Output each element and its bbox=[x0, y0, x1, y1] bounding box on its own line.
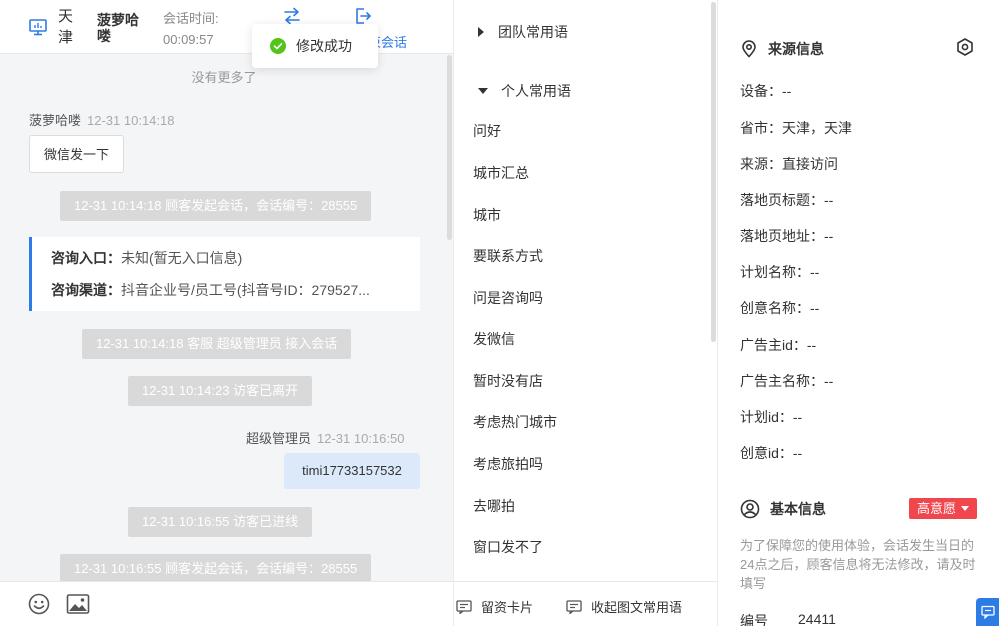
info-field-device: 设备：-- bbox=[740, 83, 792, 99]
chat-toolbar bbox=[0, 581, 453, 626]
system-message: 12-31 10:14:18 顾客发起会话，会话编号：28555 bbox=[60, 191, 372, 221]
info-field-landing-url: 落地页地址：-- bbox=[740, 228, 834, 244]
user-circle-icon bbox=[740, 499, 760, 519]
intent-level-label: 高意愿 bbox=[917, 501, 957, 516]
visitor-city: 天津 bbox=[58, 8, 74, 46]
system-message: 12-31 10:14:23 访客已离开 bbox=[128, 376, 313, 406]
message-time: 12-31 10:16:50 bbox=[317, 431, 405, 446]
info-field-creative-id: 创意id：-- bbox=[740, 445, 803, 461]
card-icon bbox=[566, 599, 582, 614]
agent-message-bubble: timi17733157532 bbox=[284, 453, 420, 489]
visitor-name: 菠萝哈喽 bbox=[97, 12, 139, 44]
phrase-item[interactable]: 暂时没有店 bbox=[473, 371, 543, 391]
caret-down-icon bbox=[478, 88, 488, 94]
collapse-phrases-button[interactable]: 收起图文常用语 bbox=[566, 597, 682, 616]
location-icon bbox=[742, 40, 756, 58]
check-circle-icon bbox=[270, 38, 286, 54]
exit-icon[interactable] bbox=[353, 6, 373, 26]
consult-entry-row: 咨询入口：未知(暂无入口信息) bbox=[51, 250, 243, 266]
team-phrases-group[interactable]: 团队常用语 bbox=[478, 22, 568, 42]
message-icon bbox=[456, 599, 472, 614]
system-message: 12-31 10:16:55 顾客发起会话，会话编号：28555 bbox=[60, 554, 372, 584]
agent-message-meta: 超级管理员 12-31 10:16:50 bbox=[246, 428, 404, 447]
phrase-item[interactable]: 要联系方式 bbox=[473, 246, 543, 266]
info-field-landing-title: 落地页标题：-- bbox=[740, 192, 834, 208]
phrase-item[interactable]: 城市 bbox=[473, 205, 501, 225]
lead-card-button[interactable]: 留资卡片 bbox=[456, 597, 533, 616]
visitor-message-bubble: 微信发一下 bbox=[29, 135, 125, 173]
group-label: 个人常用语 bbox=[501, 83, 571, 99]
phrase-item[interactable]: 去哪拍 bbox=[473, 496, 515, 516]
session-time-label: 会话时间: bbox=[163, 11, 219, 26]
phrase-item[interactable]: 城市汇总 bbox=[473, 163, 529, 183]
info-field-source: 来源：直接访问 bbox=[740, 156, 838, 172]
edit-notice: 为了保障您的使用体验，会话发生当日的24点之后，顾客信息将无法修改，请及时填写 bbox=[740, 538, 976, 591]
collapse-phrases-label: 收起图文常用语 bbox=[591, 600, 683, 615]
chat-panel: 天津 菠萝哈喽 会话时间: 00:09:57 束会话 修改成功 没有更多了 菠萝… bbox=[0, 0, 453, 626]
system-message: 12-31 10:14:18 客服 超级管理员 接入会话 bbox=[82, 329, 352, 359]
visitor-info-panel: 来源信息 设备：-- 省市：天津，天津 来源：直接访问 落地页标题：-- 落地页… bbox=[718, 0, 999, 626]
consult-info-card: 咨询入口：未知(暂无入口信息) 咨询渠道：抖音企业号/员工号(抖音号ID：279… bbox=[29, 237, 420, 311]
info-field-creative-name: 创意名称：-- bbox=[740, 300, 820, 316]
intent-level-dropdown[interactable]: 高意愿 bbox=[909, 498, 978, 519]
phrase-item[interactable]: 考虑旅拍吗 bbox=[473, 454, 543, 474]
info-field-region: 省市：天津，天津 bbox=[740, 120, 852, 136]
info-field-plan-name: 计划名称：-- bbox=[740, 264, 820, 280]
toast-text: 修改成功 bbox=[296, 38, 352, 54]
message-time: 12-31 10:14:18 bbox=[87, 113, 175, 128]
section-label: 来源信息 bbox=[768, 41, 824, 57]
message-icon bbox=[980, 605, 995, 619]
no-more-label: 没有更多了 bbox=[191, 70, 257, 85]
settings-icon[interactable] bbox=[955, 37, 975, 57]
transfer-icon[interactable] bbox=[282, 6, 302, 26]
id-value: 24411 bbox=[798, 611, 836, 626]
phrases-panel: 团队常用语 个人常用语 问好 城市汇总 城市 要联系方式 问是咨询吗 发微信 暂… bbox=[453, 0, 718, 626]
success-toast: 修改成功 bbox=[252, 24, 378, 68]
phrase-item[interactable]: 考虑热门城市 bbox=[473, 412, 557, 432]
phrase-item[interactable]: 问是咨询吗 bbox=[473, 288, 543, 308]
sender-name: 菠萝哈喽 bbox=[29, 113, 82, 128]
image-icon[interactable] bbox=[66, 593, 90, 615]
sender-name: 超级管理员 bbox=[246, 431, 312, 446]
info-field-plan-id: 计划id：-- bbox=[740, 409, 803, 425]
chat-float-button[interactable] bbox=[976, 598, 999, 626]
phrase-item[interactable]: 问好 bbox=[473, 121, 501, 141]
session-time-value: 00:09:57 bbox=[163, 32, 214, 47]
id-label: 编号 bbox=[740, 613, 768, 626]
monitor-icon bbox=[29, 19, 47, 36]
phrases-toolbar: 留资卡片 收起图文常用语 bbox=[454, 581, 717, 626]
info-field-advertiser-id: 广告主id：-- bbox=[740, 337, 817, 353]
personal-phrases-group[interactable]: 个人常用语 bbox=[478, 81, 571, 101]
consult-channel-row: 咨询渠道：抖音企业号/员工号(抖音号ID：279527... bbox=[51, 282, 370, 298]
phrase-item[interactable]: 窗口发不了 bbox=[473, 537, 543, 557]
phrases-scrollbar[interactable] bbox=[711, 2, 716, 342]
system-message: 12-31 10:16:55 访客已进线 bbox=[128, 507, 313, 537]
caret-down-icon bbox=[961, 506, 970, 511]
basic-info-title: 基本信息 bbox=[740, 499, 826, 519]
group-label: 团队常用语 bbox=[498, 24, 568, 40]
chat-header: 天津 菠萝哈喽 会话时间: 00:09:57 束会话 bbox=[0, 0, 453, 54]
lead-card-label: 留资卡片 bbox=[481, 600, 534, 615]
visitor-message-meta: 菠萝哈喽 12-31 10:14:18 bbox=[29, 110, 174, 129]
section-label: 基本信息 bbox=[770, 501, 826, 517]
info-field-advertiser-name: 广告主名称：-- bbox=[740, 373, 834, 389]
caret-right-icon bbox=[478, 27, 484, 37]
phrase-item[interactable]: 发微信 bbox=[473, 329, 515, 349]
source-info-title: 来源信息 bbox=[740, 39, 824, 59]
emoji-icon[interactable] bbox=[28, 593, 50, 615]
